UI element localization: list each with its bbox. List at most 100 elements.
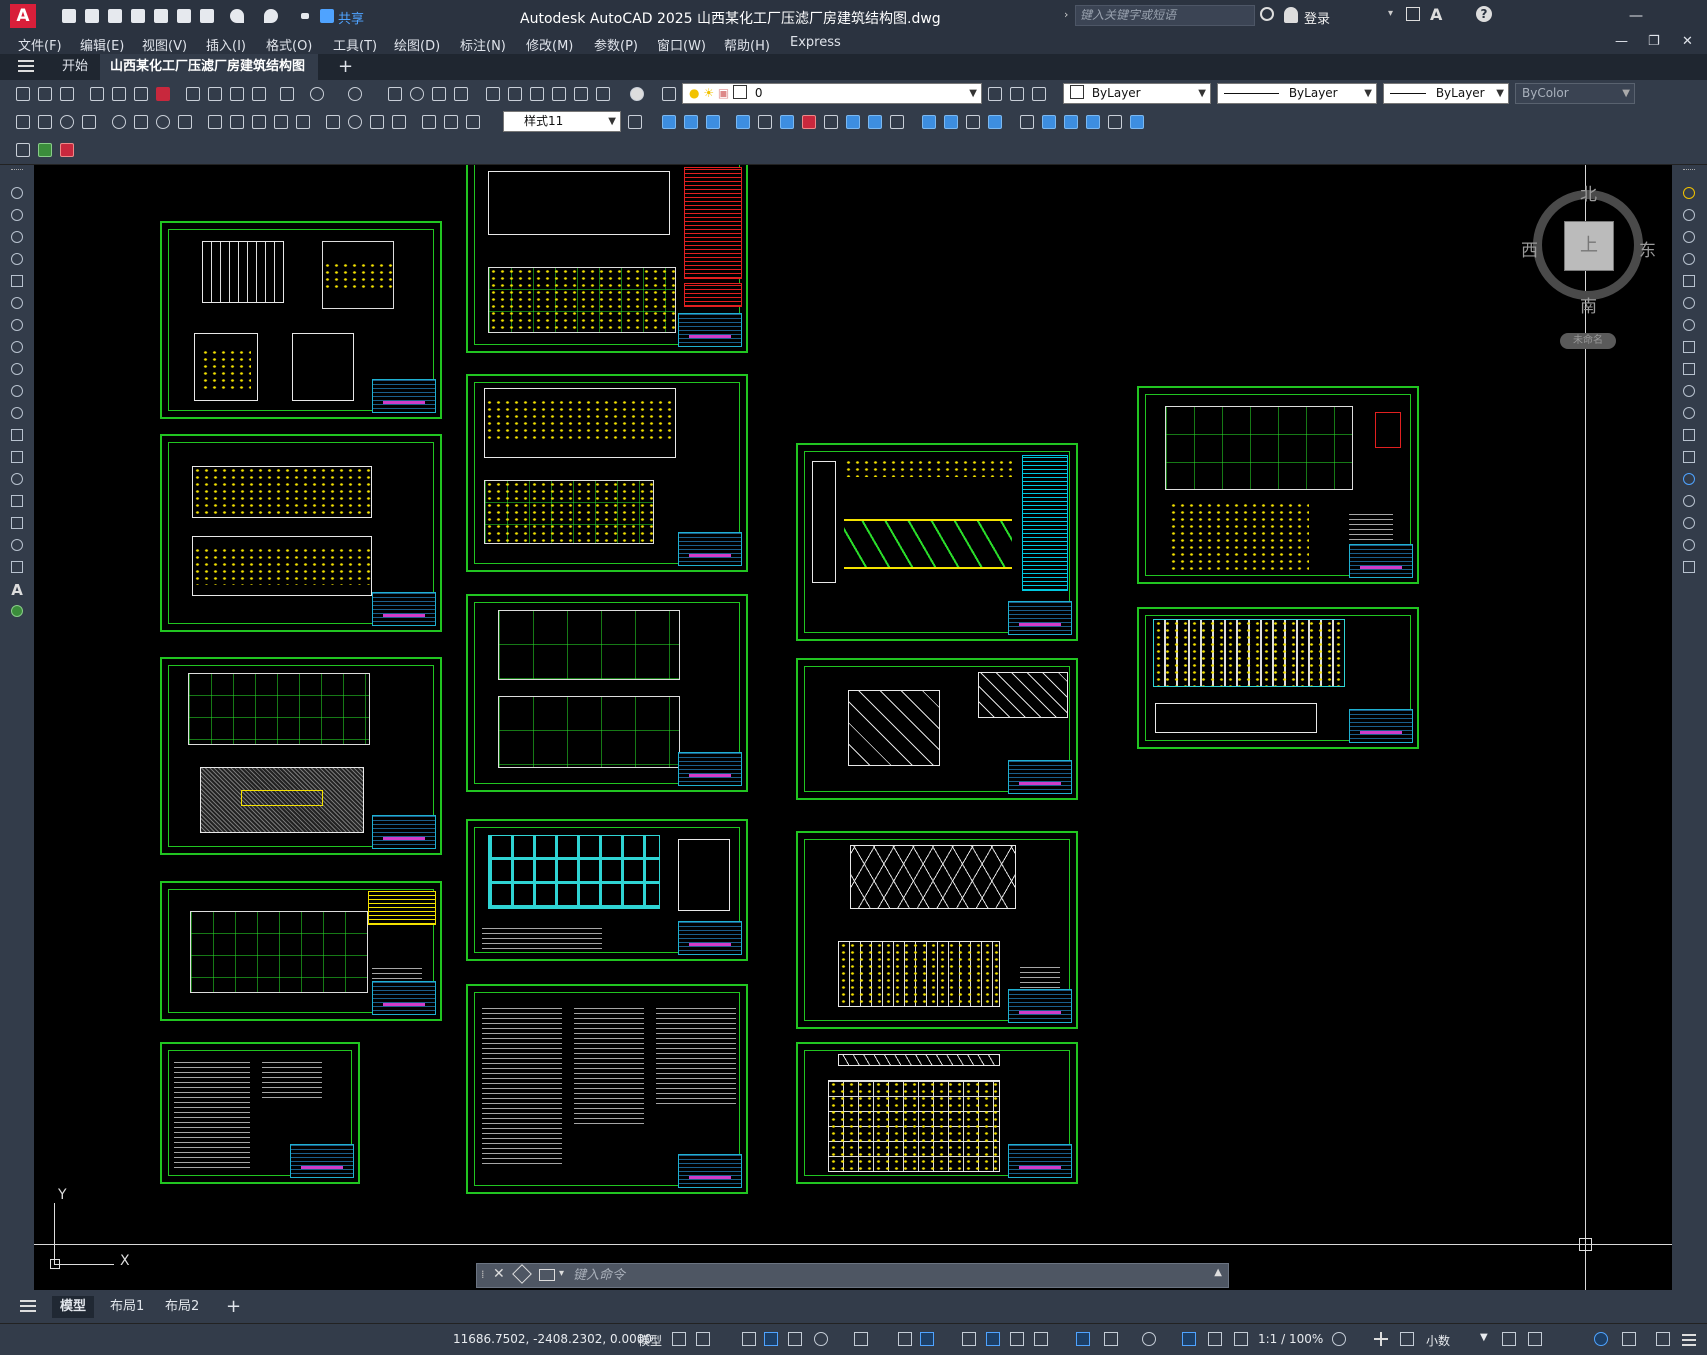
layer-dropdown[interactable]: ● ☀ ▣ 0 ▼ (682, 83, 982, 104)
chevron-up-icon[interactable]: ▲ (1214, 1267, 1222, 1278)
properties-icon[interactable] (484, 85, 502, 103)
arc-length-icon[interactable] (58, 113, 76, 131)
plot-icon[interactable] (88, 85, 106, 103)
zoom-window-icon[interactable] (430, 85, 448, 103)
offset-icon[interactable] (1681, 251, 1697, 267)
dynamic-ucs-icon[interactable] (1074, 1330, 1092, 1348)
extend-icon[interactable] (1681, 405, 1697, 421)
ordinate-dimension-icon[interactable] (80, 113, 98, 131)
lineweight-dropdown[interactable]: ByLayer ▼ (1383, 83, 1509, 104)
match-properties-icon[interactable] (250, 85, 268, 103)
customization-icon[interactable] (1680, 1330, 1698, 1348)
units-icon[interactable] (1398, 1330, 1416, 1348)
menu-view[interactable]: 视图(V) (142, 35, 187, 54)
toolbar-grip[interactable] (1681, 167, 1697, 183)
redo-icon[interactable] (346, 85, 364, 103)
infer-constraints-icon[interactable] (740, 1330, 758, 1348)
gizmo-icon[interactable] (1140, 1330, 1158, 1348)
attribute-icon[interactable] (58, 141, 76, 159)
dimension-break-icon[interactable] (294, 113, 312, 131)
object-snap-icon[interactable] (918, 1330, 936, 1348)
move-icon[interactable] (1681, 295, 1697, 311)
sphere-icon[interactable] (682, 113, 700, 131)
new-file-icon[interactable] (60, 7, 78, 25)
tab-start[interactable]: 开始 (52, 54, 98, 80)
plot-icon[interactable] (198, 7, 216, 25)
point-icon[interactable] (9, 471, 25, 487)
erase-icon[interactable] (1681, 185, 1697, 201)
compass-east[interactable]: 东 (1639, 236, 1656, 261)
redo-icon[interactable] (262, 7, 280, 25)
help-icon[interactable] (628, 85, 646, 103)
graphics-performance-icon[interactable] (1592, 1330, 1610, 1348)
join-icon[interactable] (1681, 471, 1697, 487)
isometric-icon[interactable] (852, 1330, 870, 1348)
copy-faces-icon[interactable] (1128, 113, 1146, 131)
tool-palettes-icon[interactable] (528, 85, 546, 103)
subtract-icon[interactable] (800, 113, 818, 131)
share-icon[interactable] (318, 7, 336, 25)
open-from-web-icon[interactable] (152, 7, 170, 25)
command-line[interactable]: ⁞ ✕ ▾ 键入命令 ▲ (476, 1263, 1229, 1288)
open-icon[interactable] (36, 85, 54, 103)
extrude-icon[interactable] (734, 113, 752, 131)
fillet-icon[interactable] (1681, 515, 1697, 531)
slice-icon[interactable] (844, 113, 862, 131)
tab-drawing[interactable]: 山西某化工厂压滤厂房建筑结构图* ✕ (100, 54, 318, 100)
multiline-text-icon[interactable]: A (9, 581, 25, 599)
recent-commands-icon[interactable] (539, 1269, 555, 1281)
radius-dimension-icon[interactable] (110, 113, 128, 131)
add-selected-icon[interactable] (9, 603, 25, 619)
customize-quick-access-icon[interactable] (296, 7, 314, 25)
linear-dimension-icon[interactable] (14, 113, 32, 131)
layer-properties-icon[interactable] (660, 85, 678, 103)
cylinder-icon[interactable] (704, 113, 722, 131)
save-icon[interactable] (58, 85, 76, 103)
clean-screen-icon[interactable] (1654, 1330, 1672, 1348)
tab-model[interactable]: 模型 (52, 1296, 95, 1318)
center-mark-icon[interactable] (346, 113, 364, 131)
annotation-visibility-icon[interactable] (1180, 1330, 1198, 1348)
model-space-button[interactable]: 模型 (638, 1332, 662, 1349)
undo-icon[interactable] (228, 7, 246, 25)
intersect-icon[interactable] (822, 113, 840, 131)
sheet-elevations[interactable] (160, 434, 442, 632)
sheet-structural-notes[interactable] (466, 984, 748, 1194)
array-icon[interactable] (1681, 273, 1697, 289)
shell-icon[interactable] (1062, 113, 1080, 131)
sheet-general-plan[interactable] (160, 881, 442, 1021)
selection-cycling-icon[interactable] (1008, 1330, 1026, 1348)
union-icon[interactable] (778, 113, 796, 131)
angular-dimension-icon[interactable] (176, 113, 194, 131)
command-input[interactable]: 键入命令 (573, 1264, 625, 1287)
ellipse-arc-icon[interactable] (9, 405, 25, 421)
paste-icon[interactable] (228, 85, 246, 103)
scale-icon[interactable] (1681, 339, 1697, 355)
menu-format[interactable]: 格式(O) (266, 35, 312, 54)
drawing-canvas[interactable]: Y X 上 北 南 西 东 未命名 (34, 165, 1672, 1290)
3d-print-icon[interactable] (154, 85, 172, 103)
gear-icon[interactable] (1330, 1330, 1348, 1348)
sheet-beam-layout[interactable] (466, 819, 748, 961)
sheet-crane-beam[interactable] (1137, 386, 1419, 584)
rotate-icon[interactable] (1681, 317, 1697, 333)
revolve-icon[interactable] (756, 113, 774, 131)
sheet-set-icon[interactable] (550, 85, 568, 103)
save-to-web-icon[interactable] (175, 7, 193, 25)
plotstyle-dropdown[interactable]: ByColor ▼ (1515, 83, 1635, 104)
arc-icon[interactable] (9, 295, 25, 311)
add-layout-icon[interactable]: + (218, 1296, 249, 1318)
dimension-text-edit-icon[interactable] (442, 113, 460, 131)
blend-curves-icon[interactable] (1681, 537, 1697, 553)
hatch-icon[interactable] (9, 493, 25, 509)
quickcalc-icon[interactable] (594, 85, 612, 103)
sheet-floor-plans[interactable] (160, 657, 442, 855)
box-icon[interactable] (660, 113, 678, 131)
sheet-foundation-plan[interactable] (466, 165, 748, 353)
separate-icon[interactable] (1040, 113, 1058, 131)
revcloud-icon[interactable] (9, 339, 25, 355)
copy-icon[interactable] (206, 85, 224, 103)
doc-restore-button[interactable]: ❐ (1648, 34, 1660, 49)
menu-window[interactable]: 窗口(W) (657, 35, 706, 54)
menu-modify[interactable]: 修改(M) (526, 35, 573, 54)
